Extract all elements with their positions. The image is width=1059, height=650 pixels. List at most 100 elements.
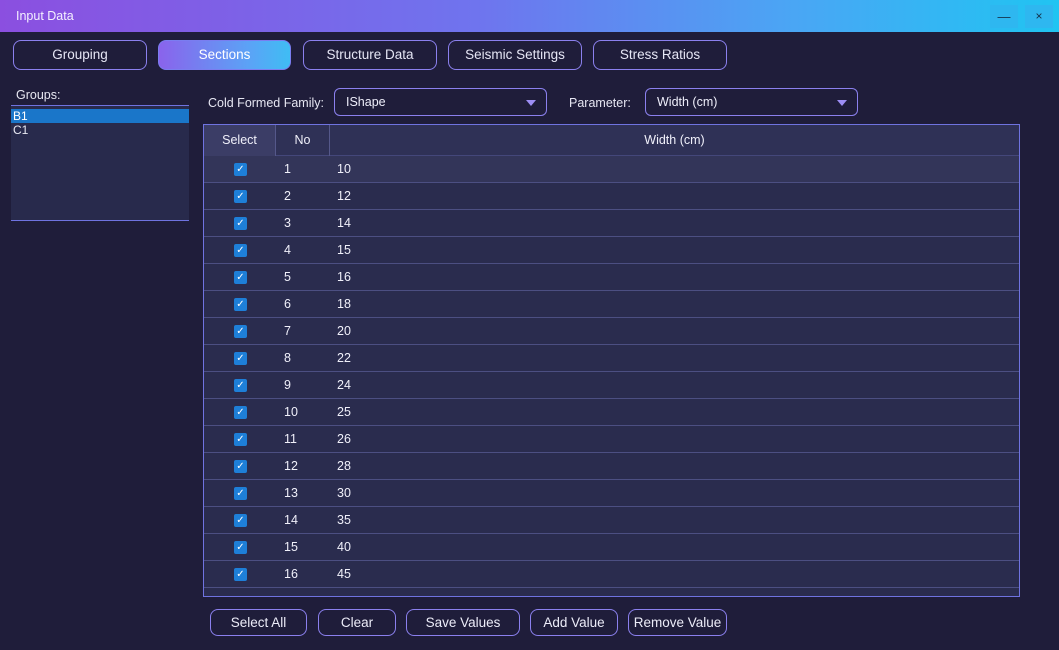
table-row[interactable]: ✓ 14 35 [204, 507, 1019, 534]
row-number: 14 [284, 513, 298, 527]
row-number: 11 [284, 432, 297, 446]
chevron-down-icon [837, 100, 847, 106]
row-width-value[interactable]: 12 [337, 183, 351, 210]
row-checkbox[interactable]: ✓ [234, 514, 247, 527]
row-width-value[interactable]: 22 [337, 345, 351, 372]
row-width-value[interactable]: 15 [337, 237, 351, 264]
check-icon: ✓ [236, 299, 245, 310]
row-checkbox[interactable]: ✓ [234, 217, 247, 230]
check-icon: ✓ [236, 488, 245, 499]
family-select[interactable]: IShape [334, 88, 547, 116]
column-header-select[interactable]: Select [204, 125, 276, 156]
clear-button[interactable]: Clear [318, 609, 396, 636]
row-width-value[interactable]: 30 [337, 480, 351, 507]
chevron-down-icon [526, 100, 536, 106]
table-row[interactable]: ✓ 8 22 [204, 345, 1019, 372]
row-width-value[interactable]: 24 [337, 372, 351, 399]
row-number: 10 [284, 405, 298, 419]
check-icon: ✓ [236, 380, 245, 391]
table-row[interactable]: ✓ 15 40 [204, 534, 1019, 561]
row-width-value[interactable]: 10 [337, 156, 351, 183]
check-icon: ✓ [236, 272, 245, 283]
check-icon: ✓ [236, 569, 245, 580]
groups-list[interactable]: B1 C1 [11, 105, 189, 221]
row-number: 5 [284, 270, 291, 284]
tab-seismic-settings[interactable]: Seismic Settings [448, 40, 582, 70]
group-item-c1[interactable]: C1 [11, 123, 189, 137]
row-checkbox[interactable]: ✓ [234, 433, 247, 446]
row-number: 12 [284, 459, 298, 473]
table-row[interactable]: ✓ 16 45 [204, 561, 1019, 588]
row-checkbox[interactable]: ✓ [234, 352, 247, 365]
add-value-button[interactable]: Add Value [530, 609, 618, 636]
row-checkbox[interactable]: ✓ [234, 568, 247, 581]
parameter-label: Parameter: [569, 96, 631, 110]
row-number: 1 [284, 162, 291, 176]
row-checkbox[interactable]: ✓ [234, 163, 247, 176]
table-row[interactable]: ✓ 13 30 [204, 480, 1019, 507]
row-width-value[interactable]: 45 [337, 561, 351, 588]
row-width-value[interactable]: 16 [337, 264, 351, 291]
row-number: 15 [284, 540, 298, 554]
check-icon: ✓ [236, 461, 245, 472]
row-width-value[interactable]: 14 [337, 210, 351, 237]
check-icon: ✓ [236, 164, 245, 175]
row-checkbox[interactable]: ✓ [234, 460, 247, 473]
table-row[interactable]: ✓ 10 25 [204, 399, 1019, 426]
groups-label: Groups: [16, 88, 61, 102]
row-number: 8 [284, 351, 291, 365]
row-width-value[interactable]: 20 [337, 318, 351, 345]
family-value: IShape [346, 95, 386, 109]
row-checkbox[interactable]: ✓ [234, 541, 247, 554]
table-row[interactable]: ✓ 9 24 [204, 372, 1019, 399]
table-row[interactable]: ✓ 2 12 [204, 183, 1019, 210]
table-row[interactable]: ✓ 3 14 [204, 210, 1019, 237]
check-icon: ✓ [236, 542, 245, 553]
sections-table: Select No Width (cm) ✓ 1 10 ✓ 2 12 ✓ 3 14 ✓ 4 15 ✓ 5 1… [203, 124, 1020, 597]
table-row[interactable]: ✓ 12 28 [204, 453, 1019, 480]
column-header-width[interactable]: Width (cm) [330, 125, 1019, 156]
table-row[interactable]: ✓ 11 26 [204, 426, 1019, 453]
row-width-value[interactable]: 18 [337, 291, 351, 318]
table-row[interactable]: ✓ 7 20 [204, 318, 1019, 345]
table-header: Select No Width (cm) [204, 125, 1019, 156]
row-number: 2 [284, 189, 291, 203]
row-checkbox[interactable]: ✓ [234, 190, 247, 203]
remove-value-button[interactable]: Remove Value [628, 609, 727, 636]
row-checkbox[interactable]: ✓ [234, 379, 247, 392]
tab-grouping[interactable]: Grouping [13, 40, 147, 70]
row-number: 16 [284, 567, 298, 581]
row-checkbox[interactable]: ✓ [234, 271, 247, 284]
check-icon: ✓ [236, 218, 245, 229]
table-row[interactable]: ✓ 1 10 [204, 156, 1019, 183]
save-values-button[interactable]: Save Values [406, 609, 520, 636]
window-title: Input Data [16, 9, 74, 23]
minimize-button[interactable]: — [990, 5, 1018, 28]
row-checkbox[interactable]: ✓ [234, 244, 247, 257]
row-width-value[interactable]: 25 [337, 399, 351, 426]
row-width-value[interactable]: 40 [337, 534, 351, 561]
row-checkbox[interactable]: ✓ [234, 487, 247, 500]
row-width-value[interactable]: 26 [337, 426, 351, 453]
parameter-select[interactable]: Width (cm) [645, 88, 858, 116]
row-width-value[interactable]: 28 [337, 453, 351, 480]
row-checkbox[interactable]: ✓ [234, 298, 247, 311]
table-row[interactable]: ✓ 6 18 [204, 291, 1019, 318]
column-header-no[interactable]: No [276, 125, 330, 156]
check-icon: ✓ [236, 353, 245, 364]
tab-sections[interactable]: Sections [158, 40, 291, 70]
tab-stress-ratios[interactable]: Stress Ratios [593, 40, 727, 70]
row-number: 13 [284, 486, 298, 500]
tab-structure-data[interactable]: Structure Data [303, 40, 437, 70]
input-data-window: Input Data — × Grouping Sections Structu… [0, 0, 1059, 650]
table-row[interactable]: ✓ 4 15 [204, 237, 1019, 264]
select-all-button[interactable]: Select All [210, 609, 307, 636]
row-checkbox[interactable]: ✓ [234, 325, 247, 338]
close-button[interactable]: × [1025, 5, 1053, 28]
table-row[interactable]: ✓ 5 16 [204, 264, 1019, 291]
row-number: 7 [284, 324, 291, 338]
row-checkbox[interactable]: ✓ [234, 406, 247, 419]
minimize-icon: — [997, 9, 1011, 24]
row-width-value[interactable]: 35 [337, 507, 351, 534]
group-item-b1[interactable]: B1 [11, 109, 189, 123]
